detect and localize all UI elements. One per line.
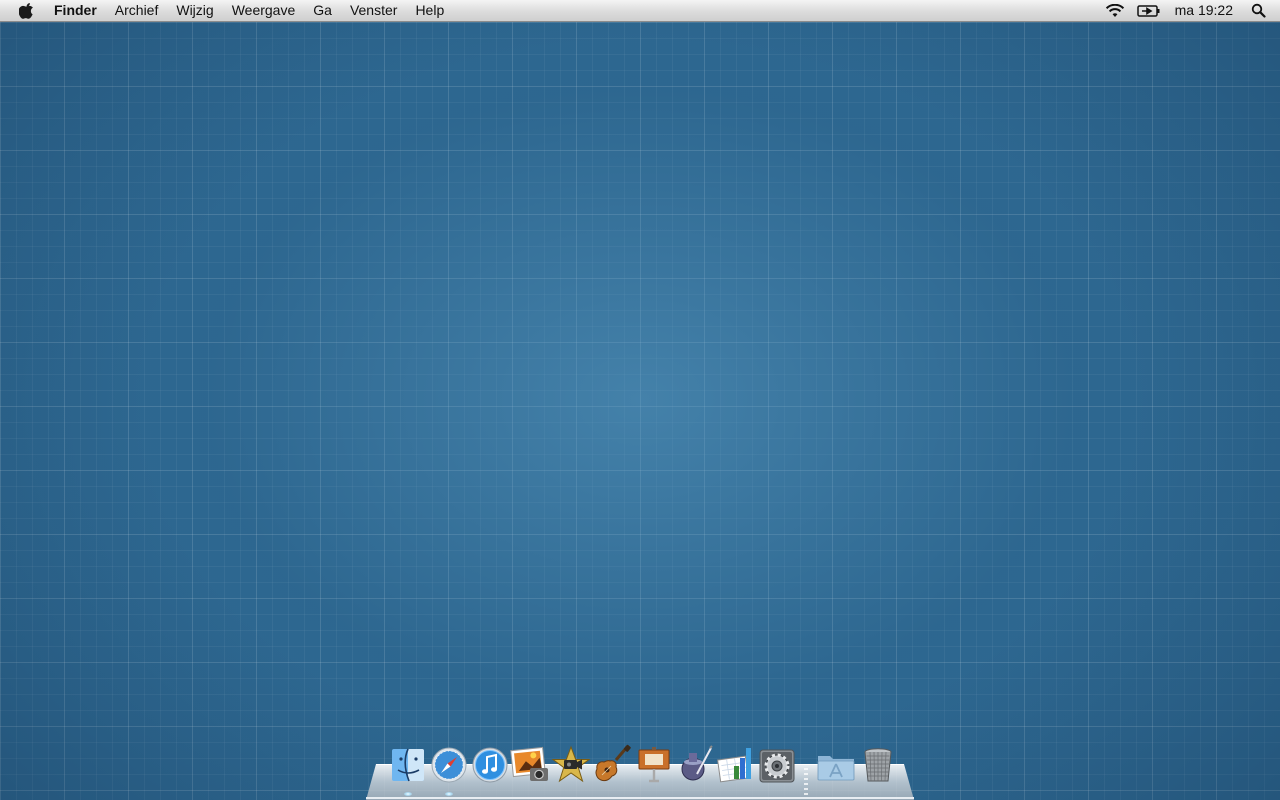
desktop[interactable] (0, 0, 1280, 800)
battery-charging-icon[interactable] (1131, 0, 1167, 21)
itunes-icon[interactable] (470, 744, 510, 788)
safari-running-indicator (445, 792, 453, 796)
menu-clock[interactable]: ma 19:22 (1167, 0, 1245, 21)
dock-separator (804, 768, 808, 796)
safari-icon[interactable] (429, 744, 469, 788)
iweb-icon[interactable] (675, 744, 715, 788)
spotlight-search-icon[interactable] (1245, 0, 1280, 21)
dock (386, 744, 906, 800)
iphoto-icon[interactable] (510, 744, 550, 788)
menu-archief[interactable]: Archief (106, 0, 168, 21)
menu-bar: Finder Archief Wijzig Weergave Ga Venste… (0, 0, 1280, 22)
menu-help[interactable]: Help (406, 0, 453, 21)
finder-running-indicator (404, 792, 412, 796)
trash-icon[interactable] (858, 744, 898, 788)
menu-venster[interactable]: Venster (341, 0, 406, 21)
menu-ga[interactable]: Ga (304, 0, 341, 21)
wifi-icon[interactable] (1099, 0, 1131, 21)
applications-folder-icon[interactable] (816, 744, 856, 788)
garageband-icon[interactable] (592, 744, 632, 788)
apple-logo-icon[interactable] (16, 0, 38, 21)
menu-wijzig[interactable]: Wijzig (167, 0, 222, 21)
numbers-icon[interactable] (716, 744, 756, 788)
imovie-icon[interactable] (551, 744, 591, 788)
menu-weergave[interactable]: Weergave (223, 0, 305, 21)
finder-icon[interactable] (388, 744, 428, 788)
keynote-icon[interactable] (634, 744, 674, 788)
menu-app-finder[interactable]: Finder (50, 0, 106, 21)
system-preferences-icon[interactable] (757, 744, 797, 788)
